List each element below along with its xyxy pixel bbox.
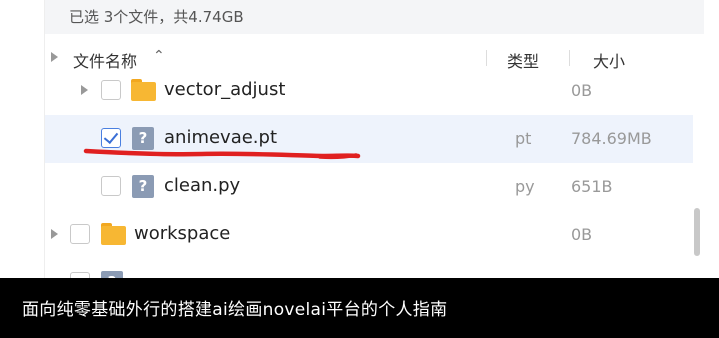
unknown-file-icon: ? — [132, 175, 154, 198]
row-checkbox[interactable] — [101, 176, 121, 196]
selection-summary: 已选 3个文件，共4.74GB — [69, 8, 244, 26]
expand-arrow-icon[interactable] — [51, 229, 58, 239]
left-gutter — [0, 0, 44, 278]
file-size: 651B — [571, 177, 613, 196]
file-name: animevae.pt — [164, 127, 278, 148]
file-size: 784.69MB — [571, 129, 652, 148]
file-row-animevae[interactable]: ? animevae.pt pt 784.69MB — [45, 115, 693, 163]
selection-summary-bar: 已选 3个文件，共4.74GB — [45, 0, 704, 34]
unknown-file-icon: ? — [101, 271, 123, 278]
caption-text: 面向纯零基础外行的搭建ai绘画novelai平台的个人指南 — [22, 300, 448, 320]
file-name: workspace — [134, 223, 231, 244]
file-size: 0B — [571, 81, 593, 100]
row-checkbox[interactable] — [101, 80, 121, 100]
expand-arrow-icon[interactable] — [81, 85, 88, 95]
file-size: 0B — [571, 225, 593, 244]
file-type: pt — [515, 129, 532, 148]
file-row-partial[interactable]: ? — [45, 259, 704, 278]
column-divider — [486, 50, 487, 66]
file-type: py — [515, 177, 535, 196]
caption-bar: 面向纯零基础外行的搭建ai绘画novelai平台的个人指南 — [0, 278, 719, 338]
unknown-file-icon: ? — [132, 127, 154, 150]
file-name: vector_adjust — [164, 79, 286, 100]
file-list-panel: 已选 3个文件，共4.74GB 文件名称 ⌃ 类型 大小 vector_adju… — [44, 0, 704, 278]
file-row-vector-adjust[interactable]: vector_adjust 0B — [45, 67, 704, 115]
vertical-scrollbar[interactable] — [694, 208, 700, 256]
folder-icon — [101, 223, 126, 245]
row-checkbox[interactable] — [70, 224, 90, 244]
expand-all-icon[interactable] — [51, 52, 58, 62]
file-row-workspace[interactable]: workspace 0B — [45, 211, 704, 259]
sort-icon[interactable]: ⌃ — [153, 48, 165, 64]
file-name: clean.py — [164, 175, 241, 196]
row-checkbox-checked[interactable] — [101, 128, 121, 148]
file-row-clean-py[interactable]: ? clean.py py 651B — [45, 163, 704, 211]
folder-icon — [131, 79, 156, 101]
column-divider — [569, 50, 570, 66]
